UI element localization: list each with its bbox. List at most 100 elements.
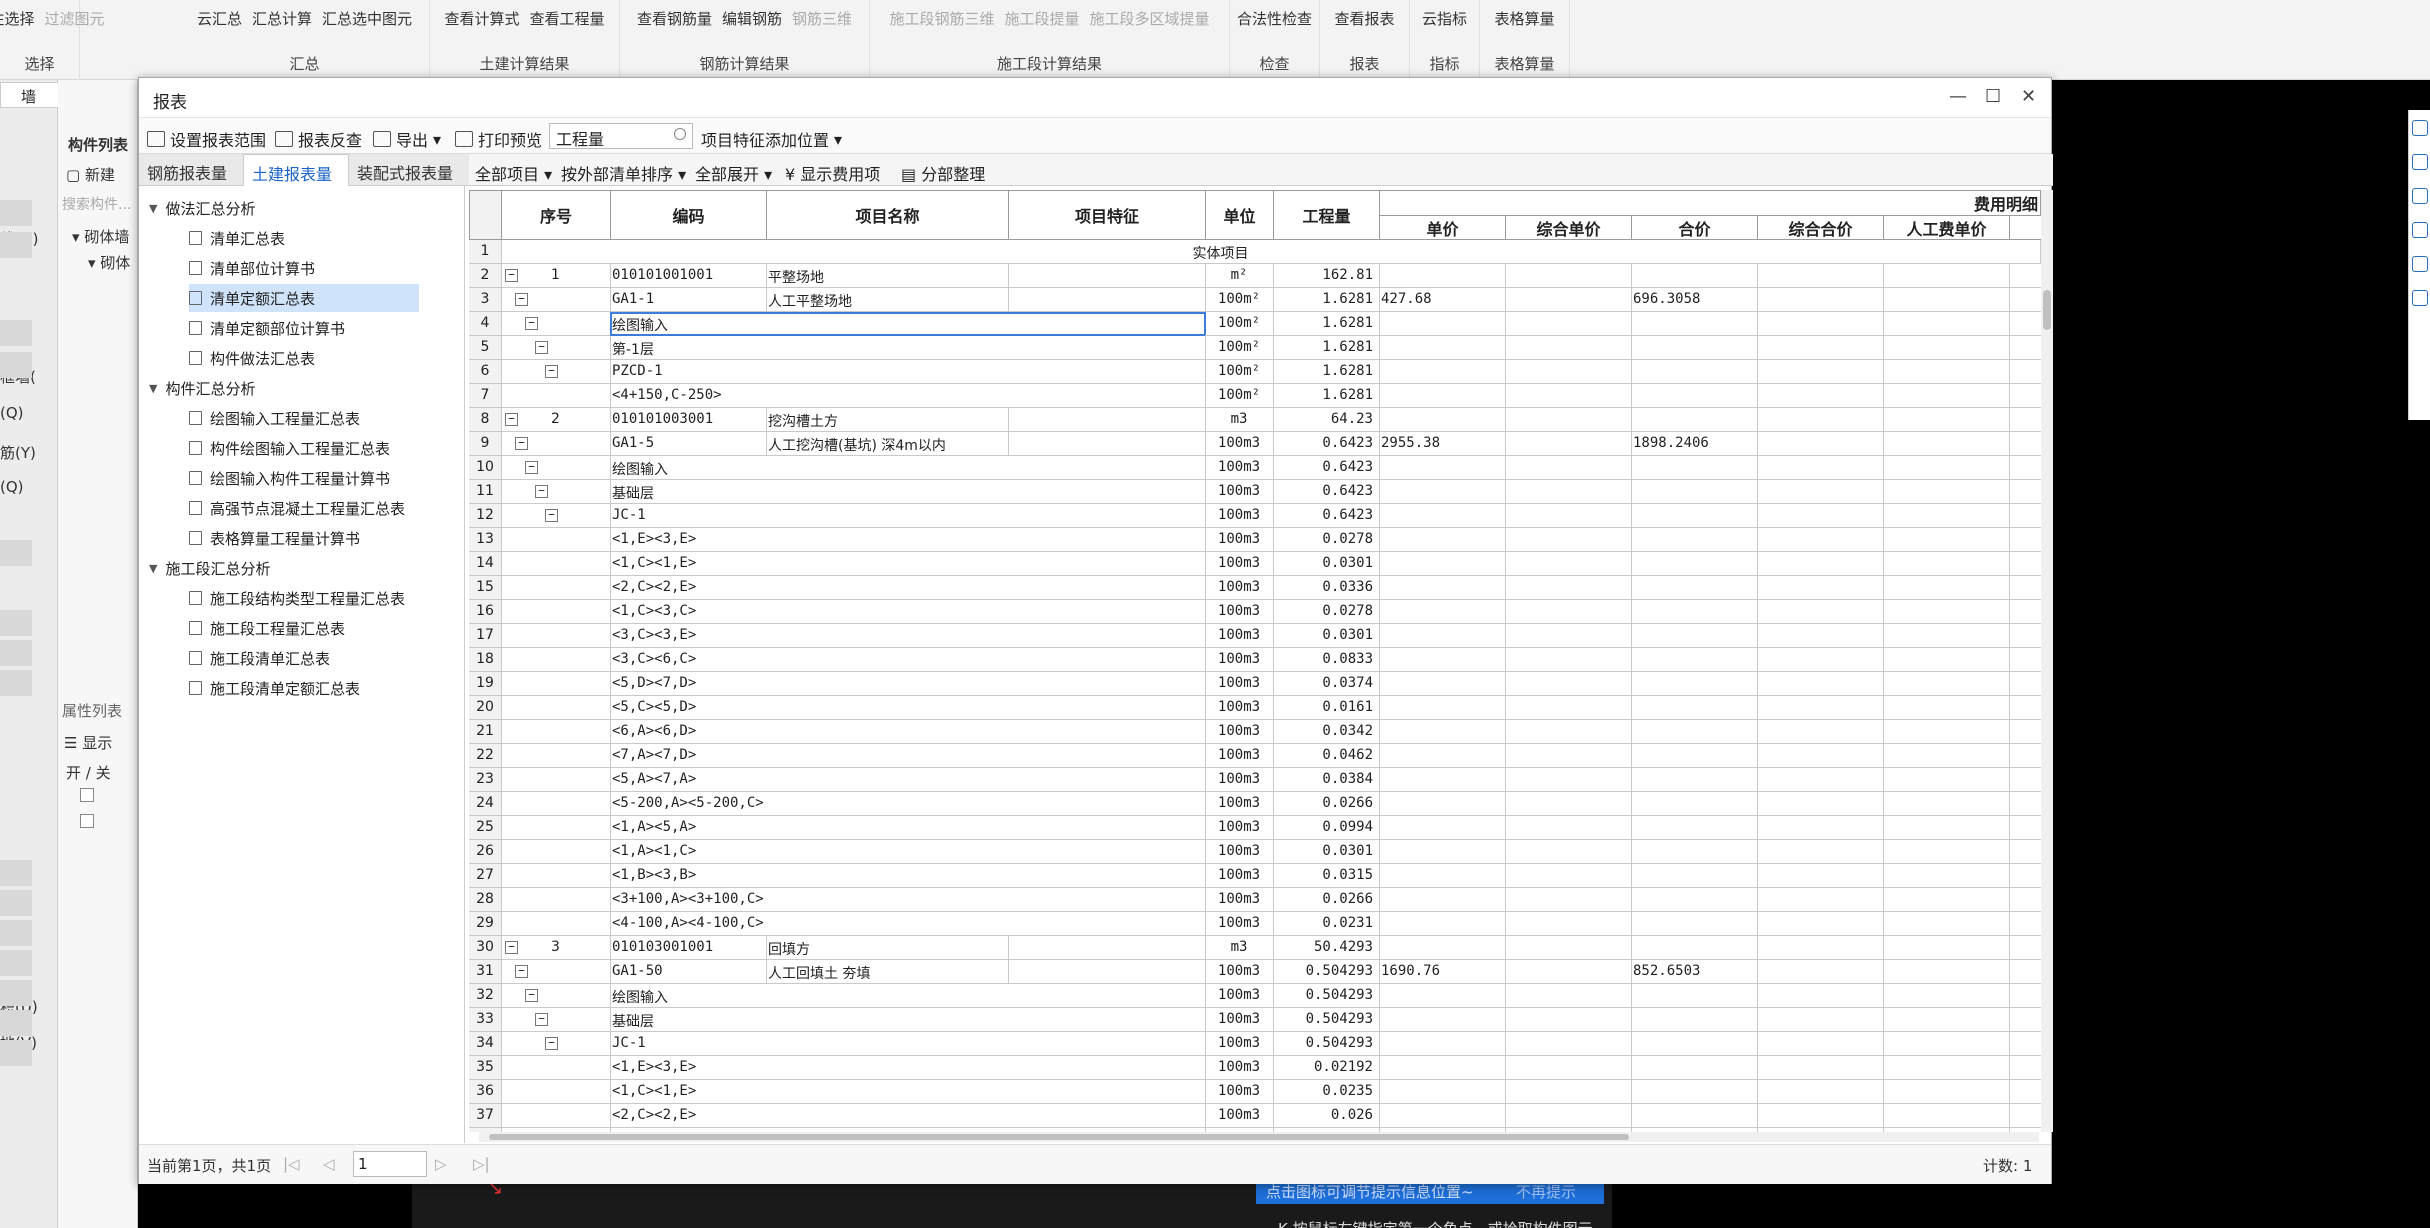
total-cell[interactable]	[1631, 600, 1758, 624]
comp-price-cell[interactable]	[1505, 480, 1632, 504]
qty-cell[interactable]: 0.504293	[1273, 1008, 1380, 1032]
unit-cell[interactable]: 100m3	[1205, 720, 1274, 744]
ribbon-button[interactable]: 查看工程量	[530, 8, 605, 29]
code-cell[interactable]: <1,C><3,C>	[610, 600, 1206, 624]
seq-cell[interactable]	[501, 384, 611, 408]
qty-cell[interactable]: 162.81	[1273, 264, 1380, 288]
table-row[interactable]: 34 − JC-1 100m3 0.504293	[469, 1032, 2041, 1056]
table-row[interactable]: 5 − 第-1层 100m² 1.6281	[469, 336, 2041, 360]
code-cell[interactable]: JC-1	[610, 504, 1206, 528]
tree-item[interactable]: 施工段结构类型工程量汇总表	[189, 584, 405, 612]
table-row[interactable]: 37 <2,C><2,E> 100m3 0.026	[469, 1104, 2041, 1128]
total-cell[interactable]	[1631, 984, 1758, 1008]
code-cell[interactable]: <3,C><6,C>	[610, 648, 1206, 672]
comp-price-cell[interactable]	[1505, 744, 1632, 768]
comp-total-cell[interactable]	[1757, 336, 1884, 360]
code-cell[interactable]: 绘图输入	[610, 312, 1206, 336]
qty-cell[interactable]: 0.504293	[1273, 1032, 1380, 1056]
qty-cell[interactable]: 0.6423	[1273, 456, 1380, 480]
ribbon-button[interactable]: 编辑钢筋	[722, 8, 782, 29]
comp-total-cell[interactable]	[1757, 912, 1884, 936]
comp-total-cell[interactable]	[1757, 408, 1884, 432]
seq-cell[interactable]	[501, 1104, 611, 1128]
comp-total-cell[interactable]	[1757, 720, 1884, 744]
next-cell[interactable]	[2009, 480, 2041, 504]
labor-cell[interactable]	[1883, 816, 2010, 840]
seq-cell[interactable]	[501, 864, 611, 888]
left-strip-item[interactable]: 筋(Y)	[0, 442, 36, 463]
row-number[interactable]: 30	[469, 936, 502, 960]
qty-cell[interactable]: 0.0336	[1273, 576, 1380, 600]
next-cell[interactable]	[2009, 432, 2041, 456]
total-cell[interactable]	[1631, 672, 1758, 696]
qty-cell[interactable]: 0.0384	[1273, 768, 1380, 792]
row-number[interactable]: 13	[469, 528, 502, 552]
seq-cell[interactable]: −3	[501, 936, 611, 960]
tree-item[interactable]: 施工段清单定额汇总表	[189, 674, 360, 702]
table-row[interactable]: 36 <1,C><1,E> 100m3 0.0235	[469, 1080, 2041, 1104]
unit-cell[interactable]: 100m3	[1205, 552, 1274, 576]
seq-cell[interactable]: −	[501, 504, 611, 528]
qty-cell[interactable]: 1.6281	[1273, 288, 1380, 312]
next-cell[interactable]	[2009, 720, 2041, 744]
next-cell[interactable]	[2009, 1080, 2041, 1104]
collapse-toggle-icon[interactable]: −	[515, 437, 528, 450]
table-row[interactable]: 17 <3,C><3,E> 100m3 0.0301	[469, 624, 2041, 648]
seq-cell[interactable]: −2	[501, 408, 611, 432]
comp-price-cell[interactable]	[1505, 888, 1632, 912]
price-cell[interactable]	[1379, 552, 1506, 576]
price-cell[interactable]	[1379, 768, 1506, 792]
next-cell[interactable]	[2009, 456, 2041, 480]
comp-price-cell[interactable]	[1505, 336, 1632, 360]
collapse-toggle-icon[interactable]: −	[535, 341, 548, 354]
labor-cell[interactable]	[1883, 672, 2010, 696]
comp-price-cell[interactable]	[1505, 456, 1632, 480]
seq-cell[interactable]	[501, 528, 611, 552]
seq-cell[interactable]: −	[501, 960, 611, 984]
price-cell[interactable]	[1379, 504, 1506, 528]
table-row[interactable]: 18 <3,C><6,C> 100m3 0.0833	[469, 648, 2041, 672]
tree-item[interactable]: 清单定额汇总表	[189, 284, 419, 312]
ribbon-button[interactable]: 钢筋三维	[792, 8, 852, 29]
price-cell[interactable]	[1379, 840, 1506, 864]
unit-cell[interactable]: 100m3	[1205, 1008, 1274, 1032]
unit-cell[interactable]: 100m3	[1205, 432, 1274, 456]
next-page-icon[interactable]: ▷	[435, 1155, 447, 1173]
table-row[interactable]: 13 <1,E><3,E> 100m3 0.0278	[469, 528, 2041, 552]
table-row[interactable]: 29 <4-100,A><4-100,C> 100m3 0.0231	[469, 912, 2041, 936]
qty-cell[interactable]: 0.0278	[1273, 528, 1380, 552]
labor-cell[interactable]	[1883, 432, 2010, 456]
ribbon-button[interactable]: 过滤图元	[45, 8, 105, 29]
price-cell[interactable]	[1379, 1032, 1506, 1056]
table-row[interactable]: 8−2 010101003001 挖沟槽土方 m3 64.23	[469, 408, 2041, 432]
code-cell[interactable]: <1,C><1,E>	[610, 1080, 1206, 1104]
ribbon-button[interactable]: 查看钢筋量	[637, 8, 712, 29]
table-row[interactable]: 24 <5-200,A><5-200,C> 100m3 0.0266	[469, 792, 2041, 816]
ribbon-button[interactable]: 汇总选中图元	[322, 8, 412, 29]
row-number[interactable]: 16	[469, 600, 502, 624]
unit-cell[interactable]: 100m3	[1205, 912, 1274, 936]
next-cell[interactable]	[2009, 408, 2041, 432]
total-cell[interactable]	[1631, 1104, 1758, 1128]
row-number[interactable]: 34	[469, 1032, 502, 1056]
comp-total-cell[interactable]	[1757, 480, 1884, 504]
qty-cell[interactable]: 0.0315	[1273, 864, 1380, 888]
collapse-toggle-icon[interactable]: −	[525, 461, 538, 474]
table-row[interactable]: 35 <1,E><3,E> 100m3 0.02192	[469, 1056, 2041, 1080]
next-cell[interactable]	[2009, 528, 2041, 552]
total-cell[interactable]	[1631, 1032, 1758, 1056]
feature-cell[interactable]	[1008, 936, 1206, 960]
tree-group[interactable]: ▼ 做法汇总分析	[149, 194, 255, 222]
row-number[interactable]: 6	[469, 360, 502, 384]
code-cell[interactable]: <5,C><5,D>	[610, 696, 1206, 720]
comp-total-cell[interactable]	[1757, 600, 1884, 624]
table-row[interactable]: 9 − GA1-5 人工挖沟槽(基坑) 深4m以内 100m3 0.6423 2955.38…	[469, 432, 2041, 456]
seq-cell[interactable]	[501, 1080, 611, 1104]
labor-cell[interactable]	[1883, 768, 2010, 792]
price-cell[interactable]	[1379, 1080, 1506, 1104]
unit-cell[interactable]: m3	[1205, 936, 1274, 960]
qty-cell[interactable]: 1.6281	[1273, 336, 1380, 360]
table-row[interactable]: 14 <1,C><1,E> 100m3 0.0301	[469, 552, 2041, 576]
total-cell[interactable]: 696.3058	[1631, 288, 1758, 312]
labor-cell[interactable]	[1883, 1104, 2010, 1128]
